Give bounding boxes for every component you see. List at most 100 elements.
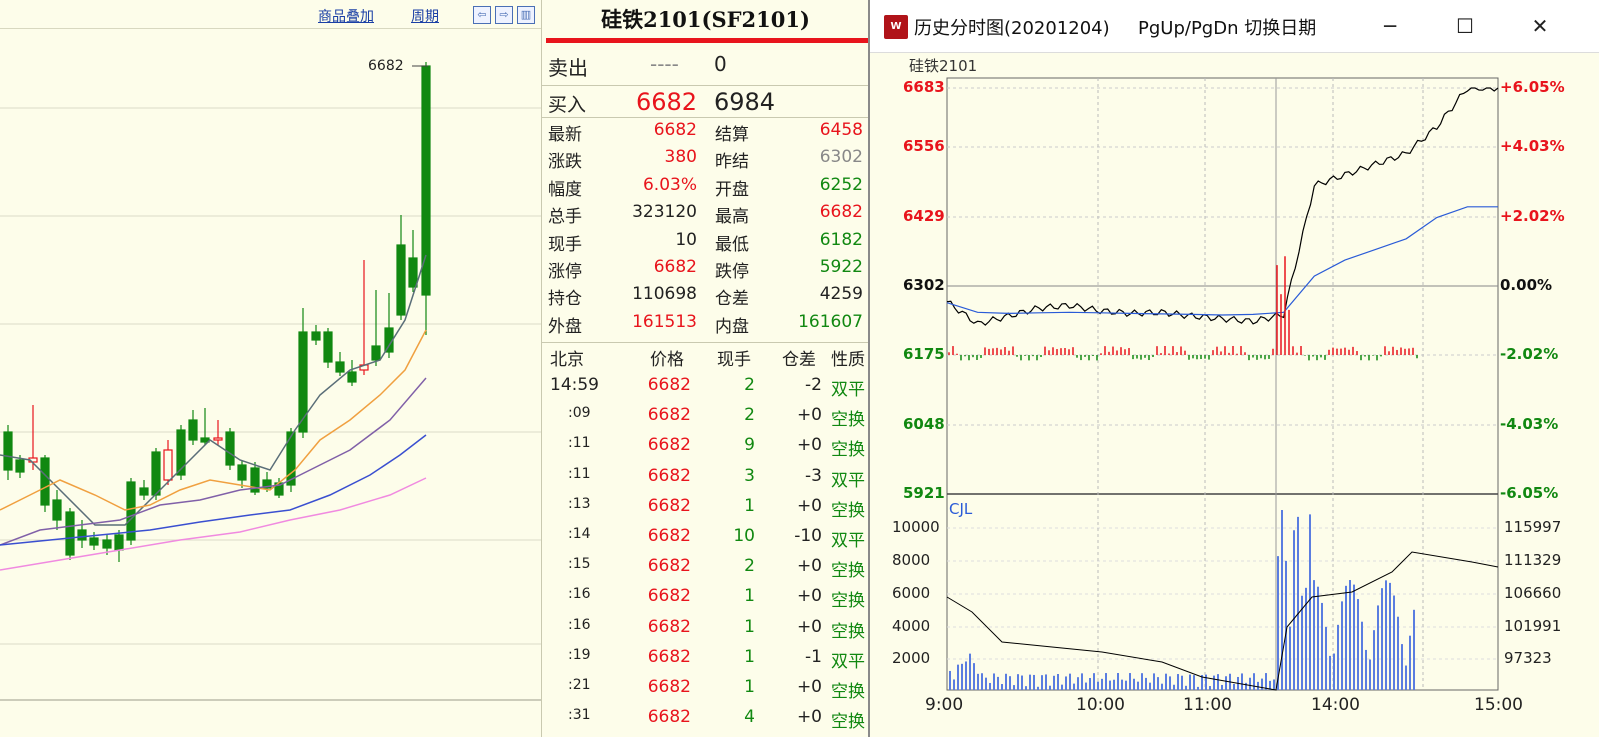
tick-price: 6682 [647,616,691,637]
close-button[interactable]: ✕ [1505,0,1575,52]
tick-qty: 1 [744,616,755,637]
tick-price: 6682 [647,707,691,728]
history-window[interactable]: W 历史分时图(20201204) PgUp/PgDn 切换日期 ─ ☐ ✕ 硅… [868,0,1599,737]
pct-axis-label: +4.03% [1500,137,1565,155]
tick-nature: 空换 [831,712,865,733]
price-axis-label: 6302 [903,276,945,294]
tick-oi: +0 [796,556,822,577]
price-axis-label: 6683 [903,78,945,96]
buy-row: 买入 6682 6984 [542,88,869,116]
volume-axis-label: 2000 [892,649,931,667]
kline-candle [139,487,149,496]
ma40-line [0,434,427,546]
oi-axis-label: 101991 [1504,617,1562,635]
field-value: 5922 [819,257,863,277]
kline-candle [40,457,50,506]
title-underline [546,38,868,43]
tick-oi: -10 [794,526,822,546]
volume-axis-label: 4000 [892,617,931,635]
kline-candle [225,431,235,466]
open-interest-line [946,551,1499,691]
volume-axis-label: 8000 [892,551,931,569]
kline-candle [114,534,124,551]
tick-price: 6682 [647,435,691,456]
tick-qty: 9 [744,435,755,456]
tick-row: :31 6682 4 +0 空换 [542,707,869,733]
tick-header-nature: 性质 [831,350,865,370]
field-label: 内盘 [715,316,749,337]
app-logo-icon: W [884,15,908,39]
kline-candle [335,361,345,373]
field-label: 昨结 [715,152,749,173]
field-value: 161607 [798,311,863,332]
field-value: 10 [675,229,697,250]
tick-nature: 空换 [831,561,865,582]
maximize-button[interactable]: ☐ [1430,0,1500,52]
tick-price: 6682 [647,465,691,486]
sell-row: 卖出 ---- 0 [542,52,869,80]
pct-axis-label: -2.02% [1500,345,1559,363]
tick-qty: 1 [744,586,755,607]
tick-qty: 2 [744,375,755,395]
minimize-button[interactable]: ─ [1355,0,1425,52]
field-value: 4259 [819,284,863,305]
field-label: 跌停 [715,262,749,282]
oi-axis-label: 111329 [1504,551,1562,569]
tick-time: :19 [568,646,591,663]
tick-oi: +0 [796,677,822,697]
tick-nature: 空换 [831,500,865,521]
pct-axis-label: 0.00% [1500,276,1553,294]
kline-candle [77,529,87,541]
volume-label: CJL [949,500,973,518]
window-title: 历史分时图(20201204) [914,18,1110,39]
tick-oi: -3 [805,465,822,486]
time-axis-label: 15:00 [1474,695,1523,715]
tick-row: :19 6682 1 -1 双平 [542,647,869,673]
field-value: 6458 [819,120,863,140]
tick-time: :21 [568,677,591,693]
tick-time: :09 [568,405,591,422]
tick-nature: 双平 [831,651,865,672]
ma60-line [0,477,427,571]
field-value: 110698 [632,284,697,305]
tick-row: :15 6682 2 +0 空换 [542,556,869,582]
kline-candle [65,511,75,556]
intraday-chart-area[interactable]: 硅铁2101 CJL 6683 6556 6429 6302 6175 6048 5921 +… [872,52,1599,737]
tick-row: 14:59 6682 2 -2 双平 [542,375,869,401]
contract-title: 硅铁2101(SF2101) [601,7,810,32]
pct-axis-label: +6.05% [1500,78,1565,96]
field-label: 涨停 [548,262,582,282]
quote-field-row: 外盘 161513 内盘 161607 [542,312,869,338]
tick-nature: 空换 [831,682,865,702]
tick-nature: 空换 [831,410,865,431]
tick-oi: +0 [796,435,822,456]
tick-nature: 空换 [831,591,865,612]
pct-axis-label: -6.05% [1500,484,1559,502]
tick-qty: 1 [744,677,755,697]
tick-header: 北京 价格 现手 仓差 性质 [542,345,869,371]
tick-price: 6682 [647,646,691,667]
kline-candle [311,331,321,341]
price-axis-label: 6556 [903,137,945,155]
tick-row: :16 6682 1 +0 空换 [542,586,869,612]
ma10-line [0,329,427,511]
oi-axis-label: 115997 [1504,518,1562,536]
window-titlebar[interactable]: W 历史分时图(20201204) PgUp/PgDn 切换日期 ─ ☐ ✕ [870,0,1599,53]
field-value: 6682 [653,120,697,140]
tick-oi: +0 [796,586,822,607]
tick-oi: +0 [796,616,822,637]
ma5-line [0,254,427,526]
field-label: 最低 [715,234,749,255]
tick-header-qty: 现手 [717,350,751,370]
tick-time: :31 [568,707,591,724]
kline-panel[interactable]: 商品叠加 周期 ⇦ ⇨ ▥ 6682 [0,0,541,737]
intraday-svg [946,77,1499,691]
price-axis-label: 6429 [903,207,945,225]
quote-field-row: 持仓 110698 仓差 4259 [542,284,869,310]
tick-time: :16 [568,616,591,633]
field-value: 323120 [632,202,697,223]
kline-candle [52,499,62,521]
tick-header-price: 价格 [650,350,684,370]
tick-time: :11 [568,435,591,452]
buy-label: 买入 [548,94,587,116]
